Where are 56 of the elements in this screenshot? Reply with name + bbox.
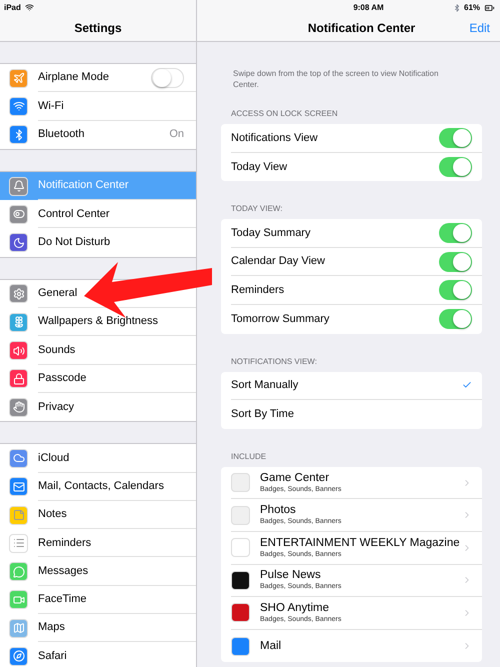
description-text: Swipe down from the top of the screen to view Notification Center. xyxy=(232,68,440,90)
item-value: On xyxy=(169,127,184,142)
option-label: Today View xyxy=(231,160,288,175)
clock: 9:08 AM xyxy=(353,2,384,14)
item-label: Passcode xyxy=(38,371,88,386)
toggle-switch[interactable] xyxy=(439,252,472,272)
item-label: Do Not Disturb xyxy=(38,235,112,250)
device-name: iPad xyxy=(4,2,21,14)
item-label: Notes xyxy=(38,507,68,522)
app-name: Game Center xyxy=(260,472,330,485)
bluetooth-icon xyxy=(453,4,461,12)
item-label: Airplane Mode xyxy=(38,70,110,86)
toggle-switch[interactable] xyxy=(439,156,472,177)
option-label: Notifications View xyxy=(231,130,319,146)
sort-option[interactable]: Sort Manually xyxy=(231,372,482,400)
pane-title: Settings xyxy=(74,20,122,37)
section-header: ACCESS ON LOCK SCREEN xyxy=(230,108,339,120)
section-header: NOTIFICATIONS VIEW: xyxy=(230,356,318,368)
section-header: INCLUDE xyxy=(230,450,268,463)
item-label: Maps xyxy=(38,620,66,636)
toggle-switch[interactable] xyxy=(439,309,472,330)
option-label: Calendar Day View xyxy=(231,254,326,270)
toggle-switch[interactable] xyxy=(439,128,472,148)
app-row[interactable]: Mail xyxy=(231,630,482,662)
item-label: General xyxy=(38,286,78,302)
checkmark-icon xyxy=(462,380,472,390)
toggle-switch[interactable] xyxy=(439,280,472,300)
item-label: Notification Center xyxy=(38,178,130,194)
toggle-switch[interactable] xyxy=(151,68,184,88)
item-label: Bluetooth xyxy=(38,127,86,142)
item-label: FaceTime xyxy=(38,592,88,608)
item-label: Reminders xyxy=(38,536,92,551)
item-label: Wallpapers & Brightness xyxy=(38,314,160,330)
app-name: ENTERTAINMENT WEEKLY Magazine xyxy=(260,536,461,550)
item-label: Messages xyxy=(38,564,90,579)
sort-option[interactable]: Sort By Time xyxy=(231,400,482,429)
app-name: Pulse News xyxy=(260,569,322,582)
app-name: Photos xyxy=(260,504,297,518)
option-label: Today Summary xyxy=(231,226,312,241)
item-label: Sounds xyxy=(38,342,76,358)
item-label: Control Center xyxy=(38,206,111,222)
item-label: iCloud xyxy=(38,450,70,466)
item-label: Wi-Fi xyxy=(38,98,65,114)
wifi-icon xyxy=(24,3,34,12)
app-name: SHO Anytime xyxy=(260,602,330,615)
app-name: Mail xyxy=(260,640,282,653)
battery-icon xyxy=(483,2,496,12)
item-label: Privacy xyxy=(38,400,76,415)
toggle-switch[interactable] xyxy=(439,222,472,243)
battery-percent: 61% xyxy=(464,2,480,14)
item-label: Safari xyxy=(38,649,68,664)
option-label: Tomorrow Summary xyxy=(231,312,330,328)
section-header: TODAY VIEW: xyxy=(230,203,284,216)
option-label: Reminders xyxy=(231,282,286,298)
item-label: Mail, Contacts, Calendars xyxy=(38,478,165,494)
pane-title: Notification Center xyxy=(308,20,416,37)
